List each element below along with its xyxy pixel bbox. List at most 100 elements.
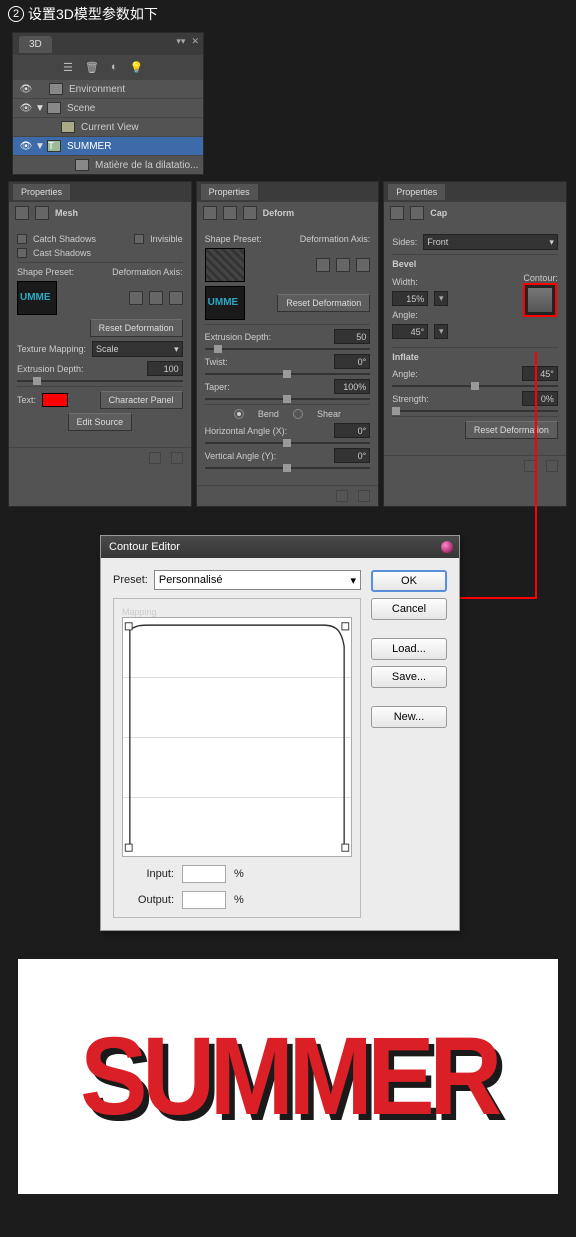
- save-button[interactable]: Save...: [371, 666, 447, 688]
- inflate-angle-slider[interactable]: [392, 385, 558, 387]
- eye-icon[interactable]: 👁: [17, 103, 35, 114]
- trash-icon[interactable]: [546, 460, 558, 472]
- deform-mode-icon[interactable]: [203, 206, 217, 220]
- extrusion-depth-input[interactable]: 50: [334, 329, 370, 344]
- twist-slider[interactable]: [205, 373, 371, 375]
- bevel-width-dropdown[interactable]: ▾: [434, 291, 448, 306]
- tab-properties[interactable]: Properties: [201, 184, 258, 200]
- tree-row-environment[interactable]: 👁 Environment: [13, 79, 203, 98]
- cast-shadows-checkbox[interactable]: [17, 248, 27, 258]
- texture-mapping-select[interactable]: Scale▾: [92, 341, 183, 357]
- pct-label: %: [234, 894, 244, 906]
- chevron-down-icon[interactable]: ▼: [35, 103, 47, 114]
- dialog-titlebar[interactable]: Contour Editor: [101, 536, 459, 558]
- catch-shadows-checkbox[interactable]: [17, 234, 27, 244]
- taper-slider[interactable]: [205, 398, 371, 400]
- trash-icon[interactable]: [358, 490, 370, 502]
- environment-icon: [49, 83, 63, 95]
- contour-curve-editor[interactable]: [122, 617, 352, 857]
- eye-icon[interactable]: 👁: [17, 141, 35, 152]
- text-label: Text:: [17, 395, 36, 405]
- panel-icon[interactable]: [149, 452, 161, 464]
- vertical-angle-slider[interactable]: [205, 467, 371, 469]
- load-button[interactable]: Load...: [371, 638, 447, 660]
- inflate-angle-input[interactable]: 45°: [522, 366, 558, 381]
- mesh-mode-icon[interactable]: [35, 206, 49, 220]
- trash-icon[interactable]: [171, 452, 183, 464]
- cancel-button[interactable]: Cancel: [371, 598, 447, 620]
- mesh-icon: T: [47, 140, 61, 152]
- trash-icon[interactable]: 🗑: [85, 61, 99, 74]
- inflate-strength-input[interactable]: 0%: [522, 391, 558, 406]
- deformation-axis-label: Deformation Axis:: [112, 267, 183, 277]
- text-color-swatch[interactable]: [42, 393, 68, 407]
- bevel-angle-input[interactable]: 45°: [392, 324, 428, 339]
- deform-mode-icon[interactable]: [223, 206, 237, 220]
- eye-icon[interactable]: 👁: [17, 84, 35, 95]
- input-field[interactable]: [182, 865, 226, 883]
- bevel-width-input[interactable]: 15%: [392, 291, 428, 306]
- tree-row-currentview[interactable]: Current View: [13, 117, 203, 136]
- new-button[interactable]: New...: [371, 706, 447, 728]
- axis-x-icon[interactable]: [129, 291, 143, 305]
- filter-icon[interactable]: ☰: [63, 61, 73, 74]
- mesh-mode-icon[interactable]: [15, 206, 29, 220]
- render-icon[interactable]: ◐: [111, 61, 118, 73]
- axis-y-icon[interactable]: [336, 258, 350, 272]
- panel-3d-toolbar: ☰ 🗑 ◐ 💡: [13, 55, 203, 79]
- extrusion-depth-input[interactable]: 100: [147, 361, 183, 376]
- reset-deformation-button[interactable]: Reset Deformation: [277, 294, 370, 312]
- deform-mode-icon[interactable]: [243, 206, 257, 220]
- shape-preset-swatch[interactable]: [17, 281, 57, 315]
- invisible-checkbox[interactable]: [134, 234, 144, 244]
- edit-source-button[interactable]: Edit Source: [68, 413, 133, 431]
- close-icon[interactable]: ✕: [191, 36, 199, 47]
- inflate-strength-slider[interactable]: [392, 410, 558, 412]
- panel-icon[interactable]: [336, 490, 348, 502]
- tab-properties[interactable]: Properties: [388, 184, 445, 200]
- axis-z-icon[interactable]: [169, 291, 183, 305]
- bevel-angle-dropdown[interactable]: ▾: [434, 324, 448, 339]
- sides-select[interactable]: Front▾: [423, 234, 558, 250]
- close-icon[interactable]: [441, 541, 453, 553]
- ok-button[interactable]: OK: [371, 570, 447, 592]
- reset-deformation-button[interactable]: Reset Deformation: [465, 421, 558, 439]
- chevron-down-icon[interactable]: ▼: [35, 141, 47, 152]
- contour-swatch[interactable]: [523, 283, 557, 317]
- input-label: Input:: [122, 868, 174, 880]
- mapping-label: Mapping: [122, 607, 157, 617]
- tab-3d[interactable]: 3D: [19, 36, 52, 53]
- preset-select[interactable]: Personnalisé▾: [154, 570, 361, 590]
- axis-x-icon[interactable]: [316, 258, 330, 272]
- light-icon[interactable]: 💡: [130, 61, 144, 74]
- bend-label: Bend: [258, 409, 279, 419]
- shape-preset-swatch[interactable]: [205, 248, 245, 282]
- tree-row-summer[interactable]: 👁▼ T SUMMER: [13, 136, 203, 155]
- preview-thumbnail: [205, 286, 245, 320]
- axis-y-icon[interactable]: [149, 291, 163, 305]
- sides-label: Sides:: [392, 237, 417, 247]
- taper-input[interactable]: 100%: [334, 379, 370, 394]
- output-field[interactable]: [182, 891, 226, 909]
- axis-z-icon[interactable]: [356, 258, 370, 272]
- inflate-section-label: Inflate: [392, 352, 558, 362]
- tab-properties[interactable]: Properties: [13, 184, 70, 200]
- deformation-axis-label: Deformation Axis:: [300, 234, 371, 244]
- vertical-angle-input[interactable]: 0°: [334, 448, 370, 463]
- bend-radio[interactable]: [234, 409, 244, 419]
- horizontal-angle-slider[interactable]: [205, 442, 371, 444]
- properties-cap-panel: Properties Cap Sides: Front▾ Bevel Width…: [383, 181, 567, 507]
- twist-input[interactable]: 0°: [334, 354, 370, 369]
- horizontal-angle-input[interactable]: 0°: [334, 423, 370, 438]
- character-panel-button[interactable]: Character Panel: [100, 391, 183, 409]
- cap-mode-icon[interactable]: [410, 206, 424, 220]
- extrusion-depth-slider[interactable]: [205, 348, 371, 350]
- panel-collapse-icon[interactable]: ▾▾: [176, 36, 185, 47]
- reset-deformation-button[interactable]: Reset Deformation: [90, 319, 183, 337]
- preset-label: Preset:: [113, 574, 148, 586]
- cap-mode-icon[interactable]: [390, 206, 404, 220]
- extrusion-depth-slider[interactable]: [17, 380, 183, 382]
- tree-row-material[interactable]: Matière de la dilatatio...: [13, 155, 203, 174]
- tree-row-scene[interactable]: 👁▼ Scene: [13, 98, 203, 117]
- shear-radio[interactable]: [293, 409, 303, 419]
